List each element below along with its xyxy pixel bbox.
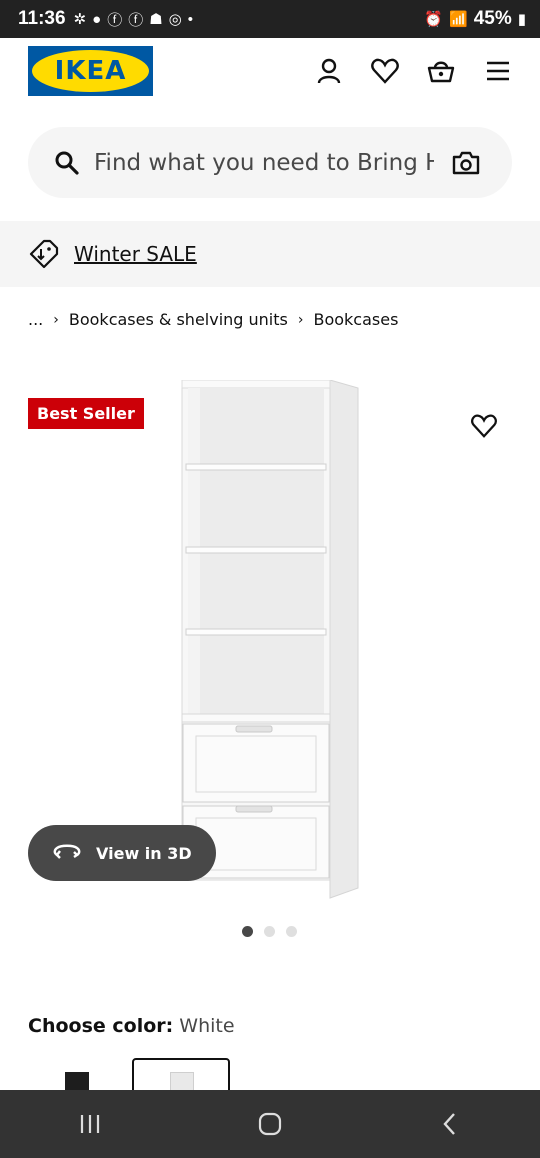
fan-icon: ✲: [73, 11, 87, 28]
back-icon[interactable]: [437, 1111, 463, 1137]
account-icon[interactable]: [314, 56, 344, 86]
notification-icons: ✲ ● ⓕ ⓕ ☗ ◎ •: [74, 9, 193, 30]
search-icon[interactable]: [54, 150, 80, 176]
breadcrumb-bookcases[interactable]: Bookcases: [313, 310, 398, 329]
home-icon[interactable]: [257, 1111, 283, 1137]
image-carousel-dots: [242, 926, 297, 937]
choose-color-value: White: [179, 1015, 235, 1037]
dot-icon: •: [187, 10, 194, 28]
status-bar: 11:36 ✲ ● ⓕ ⓕ ☗ ◎ • ⏰ 📶 45% ▮: [0, 0, 540, 38]
color-swatches: [0, 1058, 540, 1090]
heart-icon[interactable]: [370, 56, 400, 86]
best-seller-badge: Best Seller: [28, 398, 144, 429]
battery-percent: 45%: [473, 8, 512, 29]
ikea-logo[interactable]: IKEA: [28, 46, 153, 96]
facebook-icon: ⓕ: [107, 11, 123, 29]
breadcrumb: ... › Bookcases & shelving units › Bookc…: [28, 310, 398, 329]
logo-text: IKEA: [54, 56, 127, 86]
promo-link[interactable]: Winter SALE: [74, 242, 197, 266]
promo-banner[interactable]: Winter SALE: [0, 221, 540, 287]
swatch-white-thumb: [170, 1072, 194, 1090]
camera-search-icon[interactable]: [452, 151, 480, 175]
carousel-dot[interactable]: [286, 926, 297, 937]
carousel-dot[interactable]: [242, 926, 253, 937]
menu-icon[interactable]: [483, 56, 513, 86]
view-in-3d-label: View in 3D: [96, 843, 192, 863]
swatch-white[interactable]: [132, 1058, 230, 1090]
system-icons: ⏰ 📶 45% ▮: [424, 8, 526, 30]
battery-icon: ▮: [517, 11, 526, 28]
chat-icon: ●: [92, 10, 102, 28]
basket-icon[interactable]: [426, 56, 456, 86]
recent-apps-icon[interactable]: [77, 1112, 103, 1136]
search-bar[interactable]: [28, 127, 512, 198]
snapchat-icon: ☗: [149, 11, 163, 28]
swatch-black-thumb: [65, 1072, 89, 1090]
carousel-dot[interactable]: [264, 926, 275, 937]
chevron-right-icon: ›: [297, 311, 304, 328]
instagram-icon: ◎: [168, 11, 182, 28]
status-time: 11:36: [18, 8, 66, 29]
price-tag-icon: [29, 239, 59, 269]
choose-color-label: Choose color:: [28, 1015, 174, 1037]
favourite-heart-icon[interactable]: [470, 412, 498, 440]
wifi-icon: 📶: [449, 11, 468, 28]
chevron-right-icon: ›: [53, 311, 59, 328]
site-header: IKEA: [0, 38, 540, 108]
system-nav-bar: [0, 1090, 540, 1158]
rotate-3d-icon: [53, 844, 81, 859]
product-image[interactable]: [180, 380, 362, 900]
logo-oval: IKEA: [32, 50, 149, 92]
swatch-black[interactable]: [28, 1058, 126, 1090]
alarm-icon: ⏰: [424, 11, 444, 28]
facebook-icon: ⓕ: [128, 11, 144, 29]
breadcrumb-ellipsis[interactable]: ...: [28, 310, 43, 329]
search-input[interactable]: [94, 149, 434, 176]
breadcrumb-bookcases-shelving[interactable]: Bookcases & shelving units: [69, 310, 288, 329]
view-in-3d-button[interactable]: View in 3D: [28, 825, 216, 881]
choose-color: Choose color: White: [28, 1015, 235, 1037]
